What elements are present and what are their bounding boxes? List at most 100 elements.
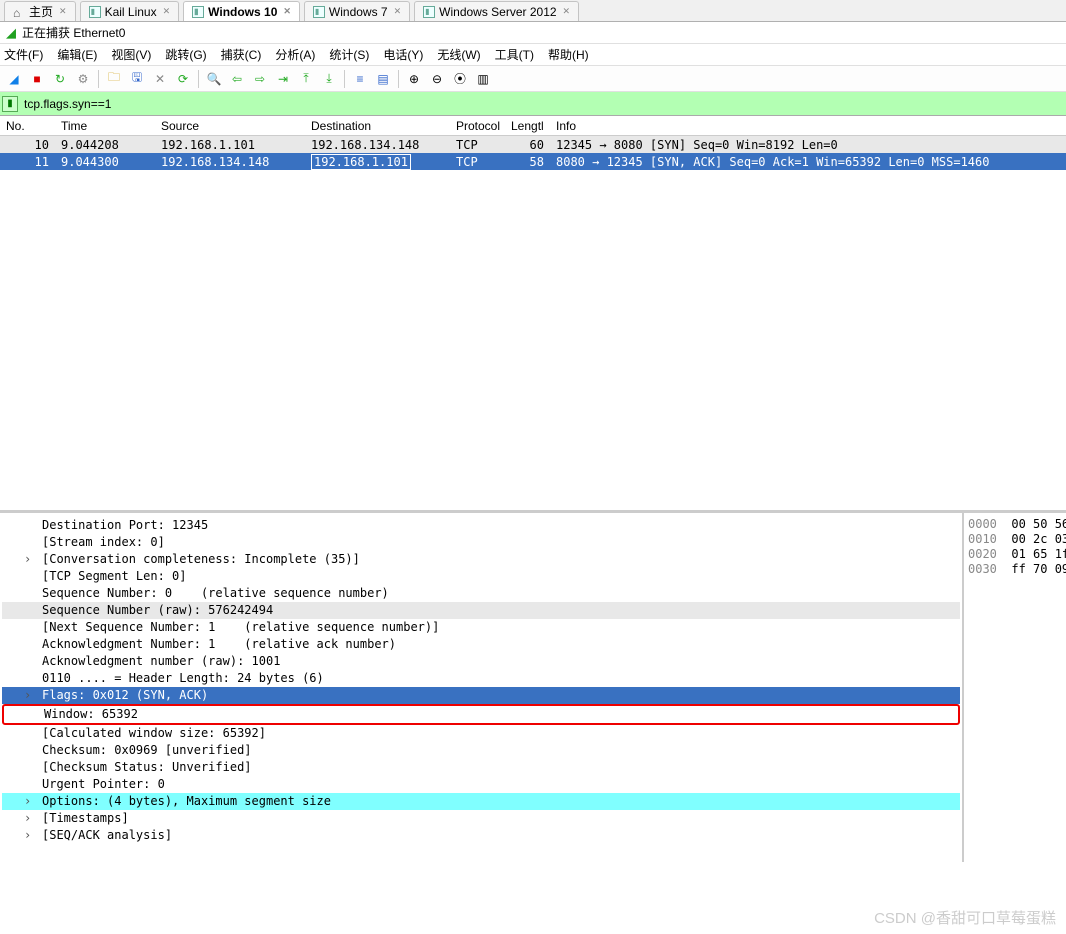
detail-line[interactable]: Window: 65392 (2, 704, 960, 725)
detail-line[interactable]: Flags: 0x012 (SYN, ACK) (2, 687, 960, 704)
col-time[interactable]: Time (55, 117, 155, 135)
filter-bookmark-icon[interactable]: ▮ (2, 96, 18, 112)
close-icon[interactable]: ✕ (59, 6, 67, 17)
capture-options-icon[interactable]: ⚙ (73, 69, 93, 89)
tab-winserver[interactable]: ▮ Windows Server 2012 ✕ (414, 1, 579, 21)
detail-line[interactable]: Acknowledgment number (raw): 1001 (2, 653, 960, 670)
menu-go[interactable]: 跳转(G) (165, 46, 206, 63)
detail-line[interactable]: [Calculated window size: 65392] (2, 725, 960, 742)
start-capture-icon[interactable]: ◢ (4, 69, 24, 89)
hex-line[interactable]: 0020 01 65 1f (968, 547, 1062, 562)
tab-label: Windows 7 (329, 5, 388, 19)
zoom-reset-icon[interactable]: ⦿ (450, 69, 470, 89)
close-icon[interactable]: ✕ (163, 6, 171, 17)
stop-capture-icon[interactable]: ■ (27, 69, 47, 89)
hex-line[interactable]: 0000 00 50 56 (968, 517, 1062, 532)
close-icon[interactable]: ✕ (394, 6, 402, 17)
close-icon[interactable]: ✕ (283, 6, 291, 17)
detail-line[interactable]: [Timestamps] (2, 810, 960, 827)
vm-icon: ▮ (313, 6, 325, 18)
tab-label: Kail Linux (105, 5, 157, 19)
detail-line[interactable]: [Next Sequence Number: 1 (relative seque… (2, 619, 960, 636)
close-icon[interactable]: ✕ (563, 6, 571, 17)
menu-view[interactable]: 视图(V) (111, 46, 151, 63)
detail-line[interactable]: Options: (4 bytes), Maximum segment size (2, 793, 960, 810)
detail-line[interactable]: [SEQ/ACK analysis] (2, 827, 960, 844)
zoom-out-icon[interactable]: ⊖ (427, 69, 447, 89)
vm-icon: ▮ (89, 6, 101, 18)
tab-label: Windows 10 (208, 5, 277, 19)
separator (398, 70, 399, 88)
go-first-icon[interactable]: ⤒ (296, 69, 316, 89)
col-protocol[interactable]: Protocol (450, 117, 505, 135)
window-title: 正在捕获 Ethernet0 (22, 24, 125, 41)
detail-line[interactable]: Urgent Pointer: 0 (2, 776, 960, 793)
detail-line[interactable]: Sequence Number (raw): 576242494 (2, 602, 960, 619)
go-back-icon[interactable]: ⇦ (227, 69, 247, 89)
reload-icon[interactable]: ⟳ (173, 69, 193, 89)
toolbar: ◢ ■ ↻ ⚙ 🗀 🖫 ✕ ⟳ 🔍 ⇦ ⇨ ⇥ ⤒ ⤓ ≡ ▤ ⊕ ⊖ ⦿ ▥ (0, 66, 1066, 92)
col-length[interactable]: Lengtl (505, 117, 550, 135)
menu-wireless[interactable]: 无线(W) (437, 46, 480, 63)
col-info[interactable]: Info (550, 117, 1066, 135)
find-packet-icon[interactable]: 🔍 (204, 69, 224, 89)
col-destination[interactable]: Destination (305, 117, 450, 135)
save-file-icon[interactable]: 🖫 (127, 69, 147, 89)
menu-analyze[interactable]: 分析(A) (275, 46, 315, 63)
autoscroll-icon[interactable]: ≡ (350, 69, 370, 89)
separator (344, 70, 345, 88)
go-last-icon[interactable]: ⤓ (319, 69, 339, 89)
tab-kali[interactable]: ▮ Kail Linux ✕ (80, 1, 180, 21)
tab-win10[interactable]: ▮Windows 10✕ (183, 1, 300, 21)
detail-line[interactable]: Checksum: 0x0969 [unverified] (2, 742, 960, 759)
menu-telephony[interactable]: 电话(Y) (383, 46, 423, 63)
menu-edit[interactable]: 编辑(E) (57, 46, 97, 63)
col-source[interactable]: Source (155, 117, 305, 135)
menu-capture[interactable]: 捕获(C) (221, 46, 262, 63)
display-filter-bar: ▮ (0, 92, 1066, 116)
tab-label: 主页 (29, 3, 53, 20)
hex-line[interactable]: 0010 00 2c 03 (968, 532, 1062, 547)
close-file-icon[interactable]: ✕ (150, 69, 170, 89)
watermark-text: CSDN @香甜可口草莓蛋糕 (874, 907, 1056, 928)
packet-list[interactable]: 10 9.044208 192.168.1.101 192.168.134.14… (0, 136, 1066, 512)
menu-tools[interactable]: 工具(T) (495, 46, 534, 63)
packet-details-tree[interactable]: Destination Port: 12345[Stream index: 0]… (0, 513, 962, 862)
menu-help[interactable]: 帮助(H) (548, 46, 589, 63)
vm-tab-bar: 主页 ✕ ▮ Kail Linux ✕ ▮ Windows 10 ✕ ▮ Windows 7… (0, 0, 1066, 22)
tab-home[interactable]: 主页 ✕ (4, 1, 76, 21)
display-filter-input[interactable] (22, 96, 1064, 112)
detail-line[interactable]: Sequence Number: 0 (relative sequence nu… (2, 585, 960, 602)
detail-line[interactable]: 0110 .... = Header Length: 24 bytes (6) (2, 670, 960, 687)
menu-bar: 文件(F) 编辑(E) 视图(V) 跳转(G) 捕获(C) 分析(A) 统计(S… (0, 44, 1066, 66)
vm-icon: ▮ (423, 6, 435, 18)
detail-line[interactable]: Destination Port: 12345 (2, 517, 960, 534)
home-icon (13, 6, 25, 18)
detail-line[interactable]: [Conversation completeness: Incomplete (… (2, 551, 960, 568)
menu-file[interactable]: 文件(F) (4, 46, 43, 63)
tab-label: Windows Server 2012 (439, 5, 556, 19)
col-no[interactable]: No. (0, 117, 55, 135)
open-file-icon[interactable]: 🗀 (104, 69, 124, 89)
detail-line[interactable]: [Stream index: 0] (2, 534, 960, 551)
detail-line[interactable]: [Checksum Status: Unverified] (2, 759, 960, 776)
menu-stats[interactable]: 统计(S) (329, 46, 369, 63)
packet-row[interactable]: 10 9.044208 192.168.1.101 192.168.134.14… (0, 136, 1066, 153)
packet-list-header: No. Time Source Destination Protocol Len… (0, 116, 1066, 136)
packet-bytes-pane[interactable]: 0000 00 50 560010 00 2c 030020 01 65 1f0… (962, 513, 1066, 862)
packet-row-selected[interactable]: 11 9.044300 192.168.134.148 192.168.1.10… (0, 153, 1066, 170)
resize-columns-icon[interactable]: ▥ (473, 69, 493, 89)
detail-line[interactable]: [TCP Segment Len: 0] (2, 568, 960, 585)
colorize-icon[interactable]: ▤ (373, 69, 393, 89)
detail-line[interactable]: Acknowledgment Number: 1 (relative ack n… (2, 636, 960, 653)
go-to-icon[interactable]: ⇥ (273, 69, 293, 89)
wireshark-icon: ◢ (6, 25, 16, 41)
packet-details-pane: Destination Port: 12345[Stream index: 0]… (0, 512, 1066, 862)
zoom-in-icon[interactable]: ⊕ (404, 69, 424, 89)
restart-capture-icon[interactable]: ↻ (50, 69, 70, 89)
separator (198, 70, 199, 88)
separator (98, 70, 99, 88)
hex-line[interactable]: 0030 ff 70 09 (968, 562, 1062, 577)
go-forward-icon[interactable]: ⇨ (250, 69, 270, 89)
tab-win7[interactable]: ▮ Windows 7 ✕ (304, 1, 410, 21)
